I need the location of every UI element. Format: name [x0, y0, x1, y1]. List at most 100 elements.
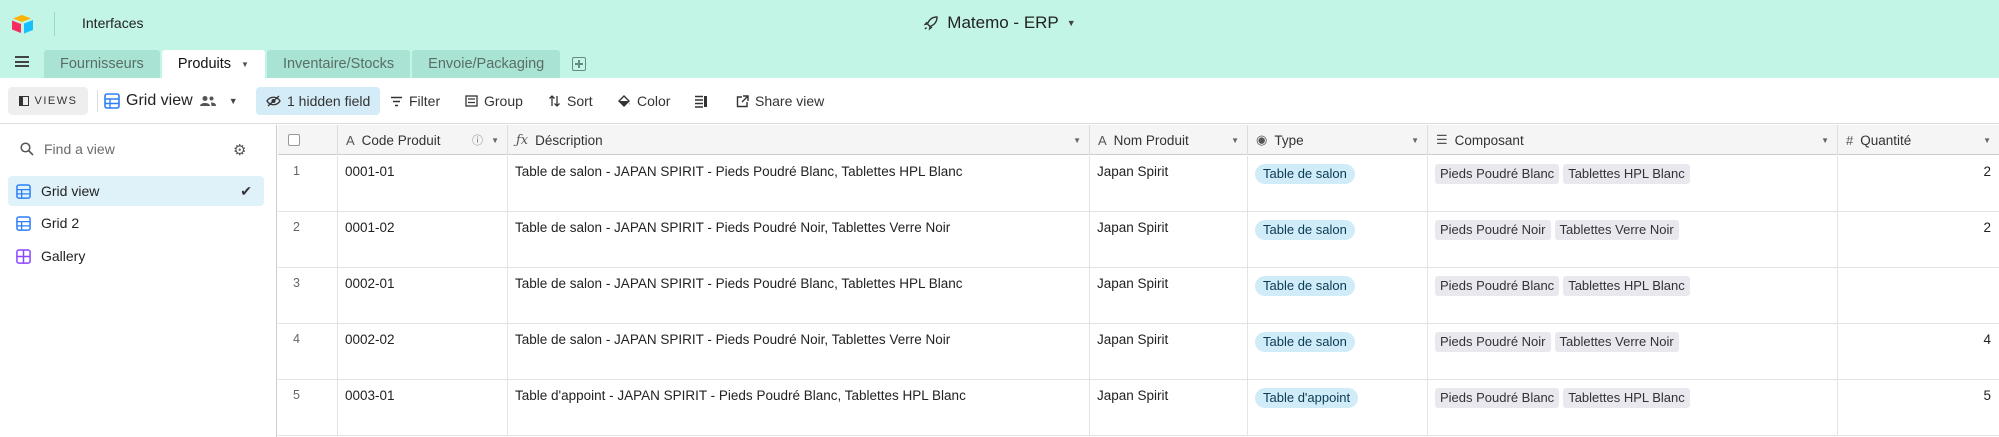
cell-description[interactable]: Table de salon - JAPAN SPIRIT - Pieds Po… — [508, 212, 1090, 268]
cell-quantite[interactable]: 2 — [1838, 212, 1999, 268]
cell-nom-produit[interactable]: Japan Spirit — [1090, 268, 1248, 324]
chevron-down-icon[interactable]: ▼ — [1231, 136, 1239, 145]
chevron-down-icon[interactable]: ▼ — [1821, 136, 1829, 145]
tab-label: Produits — [177, 56, 232, 72]
cell-quantite[interactable]: 4 — [1838, 324, 1999, 380]
chevron-down-icon[interactable]: ▼ — [1983, 136, 1991, 145]
column-header-type[interactable]: ◉ Type ▼ — [1248, 125, 1428, 155]
app-header: Interfaces Matemo - ERP ▼ Fournisseurs P… — [0, 0, 1999, 78]
composant-chip: Tablettes HPL Blanc — [1563, 276, 1690, 296]
chevron-down-icon[interactable]: ▼ — [241, 60, 249, 69]
column-header-quantite[interactable]: # Quantité ▼ — [1838, 125, 1999, 155]
current-view-name: Grid view — [126, 92, 193, 109]
single-select-icon: ◉ — [1256, 132, 1268, 147]
cell-description[interactable]: Table d'appoint - JAPAN SPIRIT - Pieds P… — [508, 380, 1090, 436]
cell-type[interactable]: Table d'appoint — [1248, 380, 1428, 436]
column-header-nom-produit[interactable]: A Nom Produit ▼ — [1090, 125, 1248, 155]
row-number: 2 — [278, 212, 338, 268]
cell-code-produit[interactable]: 0001-02 — [338, 212, 508, 268]
row-number: 3 — [278, 268, 338, 324]
divider — [54, 12, 55, 36]
type-pill: Table de salon — [1255, 220, 1355, 240]
add-table-icon[interactable] — [572, 57, 587, 71]
base-title-button[interactable]: Matemo - ERP ▼ — [923, 13, 1076, 33]
gallery-icon — [16, 248, 31, 264]
column-header-description[interactable]: ƒx Déscription ▼ — [508, 125, 1090, 155]
share-icon — [736, 94, 749, 107]
views-sidebar: ⚙ Grid view ✔ Grid 2 Gallery — [0, 125, 277, 437]
cell-code-produit[interactable]: 0002-02 — [338, 324, 508, 380]
cell-nom-produit[interactable]: Japan Spirit — [1090, 156, 1248, 212]
cell-type[interactable]: Table de salon — [1248, 268, 1428, 324]
cell-type[interactable]: Table de salon — [1248, 324, 1428, 380]
chevron-down-icon[interactable]: ▼ — [491, 136, 499, 145]
row-height-icon — [695, 95, 707, 108]
table-row[interactable]: 4 0002-02 Table de salon - JAPAN SPIRIT … — [278, 324, 1999, 380]
multi-select-icon: ☰ — [1436, 132, 1448, 147]
column-label: Déscription — [535, 132, 603, 148]
cell-composant[interactable]: Pieds Poudré Blanc Tablettes HPL Blanc — [1428, 156, 1838, 212]
tab-envoie-packaging[interactable]: Envoie/Packaging — [412, 50, 561, 78]
cell-composant[interactable]: Pieds Poudré Blanc Tablettes HPL Blanc — [1428, 380, 1838, 436]
tab-fournisseurs[interactable]: Fournisseurs — [44, 50, 160, 78]
table-row[interactable]: 2 0001-02 Table de salon - JAPAN SPIRIT … — [278, 212, 1999, 268]
cell-quantite[interactable]: 5 — [1838, 380, 1999, 436]
type-pill: Table d'appoint — [1255, 388, 1359, 408]
table-row[interactable]: 5 0003-01 Table d'appoint - JAPAN SPIRIT… — [278, 380, 1999, 436]
number-icon: # — [1846, 132, 1854, 148]
filter-button[interactable]: Filter — [390, 87, 440, 115]
cell-nom-produit[interactable]: Japan Spirit — [1090, 380, 1248, 436]
sidebar-view-grid-view[interactable]: Grid view ✔ — [8, 176, 264, 206]
rocket-icon — [923, 16, 938, 31]
sort-icon — [549, 95, 560, 107]
cell-quantite[interactable] — [1838, 268, 1999, 324]
color-button[interactable]: Color — [617, 87, 670, 115]
menu-icon[interactable] — [15, 56, 29, 67]
tab-inventaire-stocks[interactable]: Inventaire/Stocks — [266, 50, 411, 78]
chevron-down-icon[interactable]: ▼ — [1073, 136, 1081, 145]
cell-type[interactable]: Table de salon — [1248, 212, 1428, 268]
cell-quantite[interactable]: 2 — [1838, 156, 1999, 212]
chevron-down-icon[interactable]: ▼ — [1411, 136, 1419, 145]
cell-type[interactable]: Table de salon — [1248, 156, 1428, 212]
cell-composant[interactable]: Pieds Poudré Blanc Tablettes HPL Blanc — [1428, 268, 1838, 324]
base-title-bar: Matemo - ERP ▼ — [0, 13, 1999, 36]
column-header-code-produit[interactable]: A Code Produit ⓘ ▼ — [338, 125, 508, 155]
cell-description[interactable]: Table de salon - JAPAN SPIRIT - Pieds Po… — [508, 324, 1090, 380]
views-toggle-button[interactable]: VIEWS — [8, 87, 88, 115]
info-icon[interactable]: ⓘ — [472, 132, 483, 148]
interfaces-link[interactable]: Interfaces — [82, 15, 143, 31]
row-height-button[interactable] — [694, 87, 708, 115]
airtable-logo-icon[interactable] — [11, 14, 35, 36]
sidebar-view-grid-2[interactable]: Grid 2 — [8, 208, 264, 238]
table-row[interactable]: 3 0002-01 Table de salon - JAPAN SPIRIT … — [278, 268, 1999, 324]
select-all-checkbox[interactable] — [288, 134, 300, 146]
sidebar-view-gallery[interactable]: Gallery — [8, 241, 264, 271]
cell-nom-produit[interactable]: Japan Spirit — [1090, 324, 1248, 380]
tab-produits[interactable]: Produits ▼ — [161, 50, 265, 78]
cell-nom-produit[interactable]: Japan Spirit — [1090, 212, 1248, 268]
find-view-input[interactable] — [44, 141, 224, 157]
filter-label: Filter — [409, 93, 441, 109]
eye-slash-icon — [266, 95, 281, 107]
composant-chip: Pieds Poudré Noir — [1435, 220, 1551, 240]
cell-code-produit[interactable]: 0003-01 — [338, 380, 508, 436]
row-number: 5 — [278, 380, 338, 436]
table-row[interactable]: 1 0001-01 Table de salon - JAPAN SPIRIT … — [278, 156, 1999, 212]
cell-code-produit[interactable]: 0001-01 — [338, 156, 508, 212]
hidden-fields-button[interactable]: 1 hidden field — [256, 87, 381, 115]
sort-button[interactable]: Sort — [548, 87, 593, 115]
column-header-composant[interactable]: ☰ Composant ▼ — [1428, 125, 1838, 155]
base-title: Matemo - ERP — [947, 13, 1059, 32]
cell-composant[interactable]: Pieds Poudré Noir Tablettes Verre Noir — [1428, 324, 1838, 380]
group-button[interactable]: Group — [465, 87, 523, 115]
cell-code-produit[interactable]: 0002-01 — [338, 268, 508, 324]
column-label: Nom Produit — [1113, 132, 1189, 148]
gear-icon[interactable]: ⚙ — [233, 141, 246, 159]
share-view-button[interactable]: Share view — [736, 87, 824, 115]
view-switcher[interactable]: Grid view ▼ — [104, 87, 238, 115]
cell-composant[interactable]: Pieds Poudré Noir Tablettes Verre Noir — [1428, 212, 1838, 268]
cell-description[interactable]: Table de salon - JAPAN SPIRIT - Pieds Po… — [508, 268, 1090, 324]
grid-icon — [16, 215, 31, 231]
cell-description[interactable]: Table de salon - JAPAN SPIRIT - Pieds Po… — [508, 156, 1090, 212]
